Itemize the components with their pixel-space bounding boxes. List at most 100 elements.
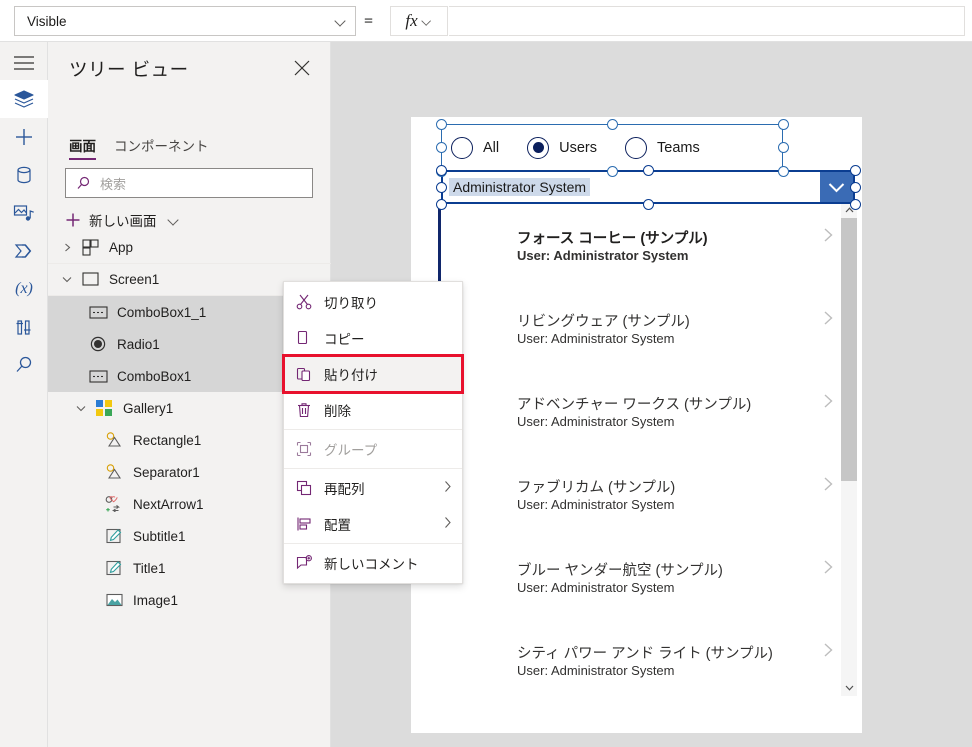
- chevron-down-icon[interactable]: [70, 392, 92, 424]
- media-icon[interactable]: [0, 194, 48, 232]
- context-menu-item-delete[interactable]: 削除: [284, 392, 462, 428]
- gallery-item[interactable]: フォース コーヒー (サンプル) User: Administrator Sys…: [441, 207, 862, 290]
- combo-resize-handle-nw[interactable]: [435, 164, 447, 176]
- context-menu-label: グループ: [324, 443, 378, 458]
- context-menu-label: 再配列: [324, 482, 365, 497]
- shape-icon: [102, 456, 126, 488]
- resize-handle-s[interactable]: [606, 165, 618, 177]
- combo-resize-handle-s[interactable]: [642, 198, 654, 210]
- gallery-item[interactable]: アドベンチャー ワークス (サンプル) User: Administrator …: [441, 373, 862, 456]
- tree-node-label: Screen1: [109, 272, 160, 287]
- resize-handle-n[interactable]: [606, 118, 618, 130]
- resize-handle-e[interactable]: [777, 142, 789, 153]
- tree-node-label: ComboBox1: [117, 368, 192, 384]
- next-arrow-icon[interactable]: [823, 310, 834, 331]
- search-input[interactable]: 検索: [65, 168, 313, 198]
- paste-icon: [296, 366, 322, 382]
- hamburger-icon[interactable]: [0, 46, 48, 80]
- power-automate-icon[interactable]: [0, 232, 48, 270]
- app-checker-icon[interactable]: [0, 308, 48, 346]
- delete-icon: [296, 402, 322, 418]
- close-icon[interactable]: [291, 57, 313, 79]
- gallery-control[interactable]: フォース コーヒー (サンプル) User: Administrator Sys…: [441, 207, 862, 697]
- gallery-item-subtitle: User: Administrator System: [517, 331, 675, 346]
- next-arrow-icon[interactable]: [823, 476, 834, 497]
- group-icon: [296, 441, 322, 457]
- resize-handle-se[interactable]: [777, 165, 789, 177]
- gallery-item-subtitle: User: Administrator System: [517, 497, 675, 512]
- tree-node-label: Separator1: [133, 464, 200, 480]
- property-select[interactable]: Visible: [14, 6, 356, 36]
- tree-node-label: Title1: [133, 560, 166, 576]
- next-arrow-icon[interactable]: [823, 559, 834, 580]
- app-root: Visible = fx (x) ツリー ビュー 画面 コンポーネント 検索 新…: [0, 0, 972, 747]
- combo-resize-handle-ne[interactable]: [849, 164, 861, 176]
- fx-button[interactable]: fx: [390, 6, 448, 36]
- context-menu-label: 配置: [324, 518, 351, 533]
- tree-view-icon[interactable]: [0, 80, 48, 118]
- resize-handle-ne[interactable]: [777, 118, 789, 130]
- label-icon: [102, 520, 126, 552]
- tab-components[interactable]: コンポーネント: [114, 135, 209, 160]
- context-menu: 切り取り コピー 貼り付け 削除 グループ 再配列 配置 新しいコメント: [282, 281, 464, 584]
- context-menu-label: 削除: [324, 404, 351, 419]
- insert-icon[interactable]: [0, 118, 48, 156]
- combo-resize-handle-n[interactable]: [642, 164, 654, 176]
- tree-node-label: NextArrow1: [133, 496, 204, 512]
- copy-icon: [296, 330, 322, 346]
- gallery-item[interactable]: ブルー ヤンダー航空 (サンプル) User: Administrator Sy…: [441, 539, 862, 622]
- context-menu-item-group: グループ: [284, 431, 462, 467]
- combo-resize-handle-w[interactable]: [435, 181, 447, 193]
- gallery-item[interactable]: ファブリカム (サンプル) User: Administrator System: [441, 456, 862, 539]
- combo-resize-handle-sw[interactable]: [435, 198, 447, 210]
- next-arrow-icon[interactable]: [823, 642, 834, 663]
- gallery-item[interactable]: リビングウェア (サンプル) User: Administrator Syste…: [441, 290, 862, 373]
- gallery-item-title: フォース コーヒー (サンプル): [517, 231, 708, 247]
- formula-input[interactable]: [449, 6, 965, 36]
- chevron-down-icon[interactable]: [56, 264, 78, 296]
- data-icon[interactable]: [0, 156, 48, 194]
- context-menu-item-new-comment[interactable]: 新しいコメント: [284, 545, 462, 581]
- variables-icon[interactable]: (x): [0, 270, 48, 308]
- gallery-scrollbar[interactable]: [841, 202, 857, 696]
- gallery-item-subtitle: User: Administrator System: [517, 663, 675, 678]
- tree-node-label: ComboBox1_1: [117, 304, 207, 320]
- tree-node-label: Gallery1: [123, 400, 174, 416]
- resize-handle-nw[interactable]: [435, 118, 447, 130]
- context-menu-item-cut[interactable]: 切り取り: [284, 284, 462, 320]
- resize-handle-w[interactable]: [435, 142, 447, 153]
- context-menu-item-reorder[interactable]: 再配列: [284, 470, 462, 506]
- tree-node-label: Radio1: [117, 336, 160, 352]
- context-menu-item-align[interactable]: 配置: [284, 506, 462, 542]
- search-placeholder: 検索: [100, 176, 127, 192]
- tree-node-image1[interactable]: Image1: [48, 584, 331, 616]
- menu-divider: [284, 543, 462, 544]
- menu-divider: [284, 429, 462, 430]
- align-icon: [296, 516, 322, 532]
- tree-node-label: Image1: [133, 592, 179, 608]
- new-screen-label: 新しい画面: [89, 214, 157, 229]
- gallery-item[interactable]: シティ パワー アンド ライト (サンプル) User: Administrat…: [441, 622, 862, 697]
- gallery-icon: [92, 392, 116, 424]
- chevron-right-icon[interactable]: [56, 232, 78, 264]
- search-icon[interactable]: [0, 346, 48, 384]
- new-screen-button[interactable]: 新しい画面: [65, 206, 180, 234]
- combo-resize-handle-se[interactable]: [849, 198, 861, 210]
- gallery-item-title: ブルー ヤンダー航空 (サンプル): [517, 563, 723, 579]
- tab-screens[interactable]: 画面: [69, 135, 96, 160]
- image-icon: [102, 584, 126, 616]
- next-arrow-icon[interactable]: [823, 393, 834, 414]
- tree-node-label: Subtitle1: [133, 528, 186, 544]
- formula-bar: Visible = fx: [0, 0, 972, 42]
- context-menu-item-copy[interactable]: コピー: [284, 320, 462, 356]
- scroll-down-icon[interactable]: [841, 680, 857, 696]
- context-menu-item-paste[interactable]: 貼り付け: [282, 354, 464, 394]
- fx-icon: fx: [405, 11, 418, 30]
- reorder-icon: [296, 480, 322, 496]
- scrollbar-thumb[interactable]: [841, 218, 857, 481]
- next-arrow-icon[interactable]: [823, 227, 834, 248]
- search-icon: [77, 176, 90, 189]
- tree-node-app[interactable]: App: [48, 232, 331, 264]
- combo-resize-handle-e[interactable]: [849, 181, 861, 193]
- shape-icon: [102, 424, 126, 456]
